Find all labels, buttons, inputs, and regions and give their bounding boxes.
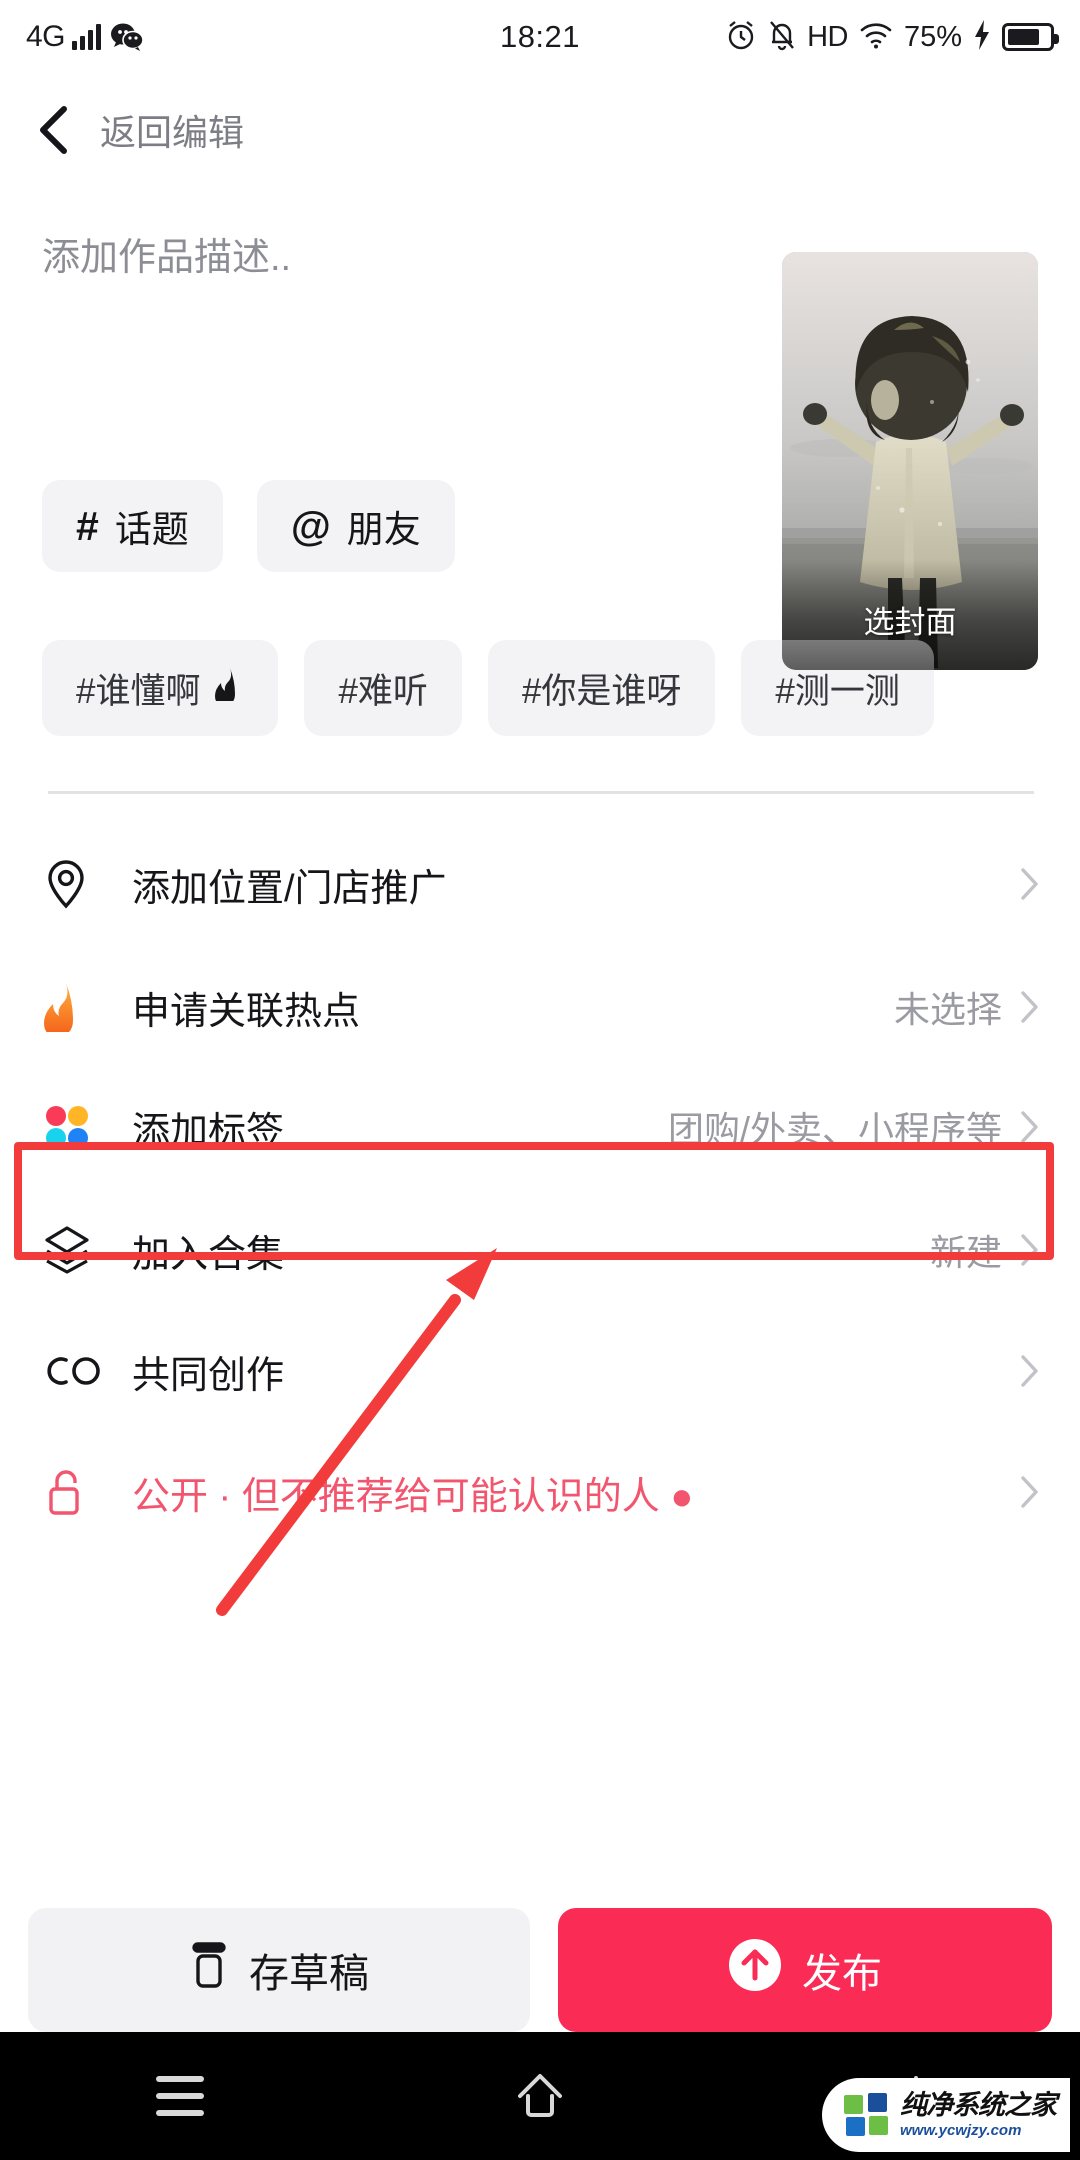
home-icon[interactable] — [480, 2061, 600, 2131]
arrow-up-circle-icon — [728, 1938, 782, 2002]
description-input[interactable]: 添加作品描述.. — [42, 232, 742, 284]
friend-button-label: 朋友 — [346, 509, 421, 550]
hash-icon: # — [76, 502, 99, 549]
row-add-tag-label: 添加标签 — [132, 1110, 285, 1153]
flame-icon — [214, 667, 244, 710]
hashtag-chip[interactable]: #难听 — [304, 640, 462, 736]
battery-icon — [1002, 23, 1059, 51]
row-apply-hot-topic[interactable]: 申请关联热点 未选择 — [0, 948, 1080, 1066]
site-watermark: 纯净系统之家 www.ycwjzy.com — [822, 2078, 1070, 2152]
hashtag-chip[interactable]: #谁懂啊 — [42, 640, 279, 736]
wifi-icon — [859, 20, 893, 55]
row-join-collection[interactable]: 加入合集 新建 — [0, 1188, 1080, 1312]
draft-jar-icon — [189, 1942, 229, 1998]
chevron-right-icon — [1020, 990, 1040, 1024]
row-add-tag[interactable]: 添加标签 团购/外卖、小程序等 — [0, 1066, 1080, 1188]
row-co-creation[interactable]: 共同创作 — [0, 1312, 1080, 1430]
row-privacy-label: 公开 · 但不推荐给可能认识的人 ● — [132, 1475, 694, 1518]
layers-icon — [44, 1225, 106, 1275]
location-pin-icon — [44, 859, 106, 909]
row-co-creation-label: 共同创作 — [132, 1354, 285, 1397]
charging-bolt-icon — [973, 19, 991, 55]
top-nav-bar: 返回编辑 — [0, 74, 1080, 186]
menu-icon[interactable] — [120, 2061, 240, 2131]
publish-label: 发布 — [802, 1952, 882, 1996]
hashtag-chip-label: #谁懂啊 — [76, 671, 201, 711]
settings-row-list: 添加位置/门店推广 申请关联热点 未选择 添加标签 团购/外卖、小程序等 加入合… — [0, 820, 1080, 1554]
watermark-title: 纯净系统之家 — [900, 2090, 1057, 2120]
row-join-collection-label: 加入合集 — [132, 1233, 285, 1276]
chevron-right-icon — [1020, 867, 1040, 901]
section-divider — [48, 791, 1034, 794]
row-add-location-label: 添加位置/门店推广 — [132, 867, 447, 910]
hashtag-chip-label: #你是谁呀 — [521, 671, 682, 711]
row-apply-hot-topic-label: 申请关联热点 — [132, 990, 361, 1033]
back-to-edit-label[interactable]: 返回编辑 — [100, 104, 244, 156]
watermark-text: 纯净系统之家 www.ycwjzy.com — [900, 2090, 1057, 2139]
watermark-logo-icon — [844, 2093, 890, 2137]
topic-button-label: 话题 — [114, 509, 189, 550]
row-add-location[interactable]: 添加位置/门店推广 — [0, 820, 1080, 948]
unlock-icon — [44, 1467, 106, 1517]
status-bar: 4G 18:21 HD 75% — [0, 0, 1080, 74]
hashtag-chip[interactable]: #你是谁呀 — [487, 640, 716, 736]
chevron-right-icon — [1020, 1475, 1040, 1509]
phone-screen: 4G 18:21 HD 75% 返回编辑 添加作品描述.. 选封面 # 话题 @… — [0, 0, 1080, 2160]
bell-muted-icon — [768, 19, 796, 56]
quick-action-row: # 话题 @ 朋友 — [42, 480, 455, 572]
bottom-action-bar: 存草稿 发布 — [0, 1908, 1080, 2032]
back-chevron-icon[interactable] — [36, 105, 70, 155]
chevron-right-icon — [1020, 1354, 1040, 1388]
description-placeholder: 添加作品描述.. — [42, 237, 292, 279]
friend-button[interactable]: @ 朋友 — [256, 480, 455, 572]
cover-thumbnail[interactable]: 选封面 — [782, 252, 1038, 670]
row-privacy[interactable]: 公开 · 但不推荐给可能认识的人 ● — [0, 1430, 1080, 1554]
chevron-right-icon — [1020, 1110, 1040, 1144]
save-draft-label: 存草稿 — [249, 1952, 369, 1996]
alarm-clock-icon — [725, 19, 757, 56]
choose-cover-label[interactable]: 选封面 — [782, 597, 1038, 642]
status-bar-right: HD 75% — [725, 19, 1059, 56]
hd-indicator-label: HD — [807, 20, 848, 53]
co-create-icon — [44, 1351, 106, 1391]
chevron-right-icon — [1020, 1233, 1040, 1267]
flame-icon — [44, 982, 106, 1032]
watermark-url: www.ycwjzy.com — [900, 2122, 1022, 2139]
publish-button[interactable]: 发布 — [558, 1908, 1052, 2032]
battery-percent-label: 75% — [903, 20, 962, 53]
topic-button[interactable]: # 话题 — [42, 480, 223, 572]
row-apply-hot-topic-value: 未选择 — [893, 989, 1002, 1030]
at-icon: @ — [290, 502, 331, 549]
hashtag-chip-label: #测一测 — [775, 671, 900, 711]
row-add-tag-value: 团购/外卖、小程序等 — [667, 1109, 1002, 1150]
save-draft-button[interactable]: 存草稿 — [28, 1908, 530, 2032]
hashtag-chip-label: #难听 — [338, 671, 428, 711]
row-join-collection-value: 新建 — [929, 1232, 1002, 1273]
four-dots-icon — [44, 1104, 106, 1150]
